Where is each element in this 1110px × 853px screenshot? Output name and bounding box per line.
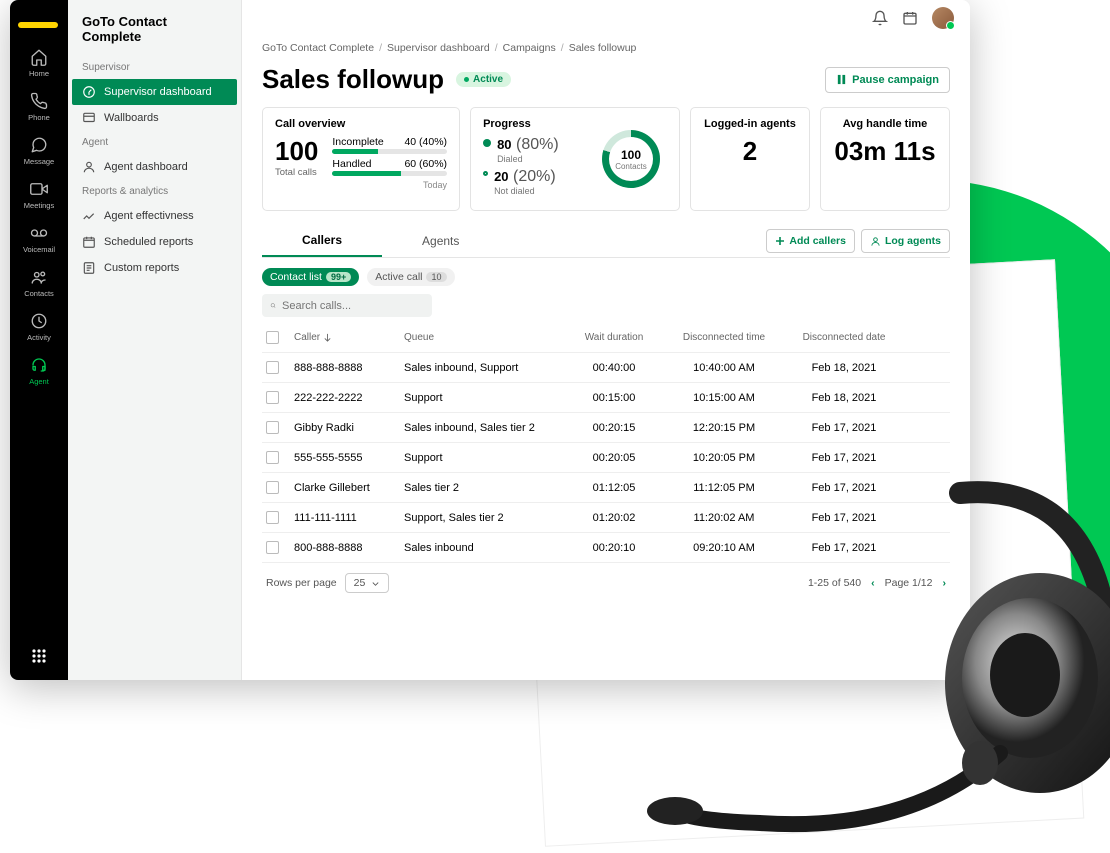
total-calls-value: 100 [275,136,318,167]
tab-callers[interactable]: Callers [262,225,382,257]
pause-campaign-button[interactable]: Pause campaign [825,67,950,93]
col-disconnected-time[interactable]: Disconnected time [664,332,784,343]
agents-card: Logged-in agents 2 [690,107,810,211]
crumb-0[interactable]: GoTo Contact Complete [262,42,374,54]
apps-grid-icon[interactable] [29,646,49,666]
search-icon [270,299,276,312]
crumb-1[interactable]: Supervisor dashboard [387,42,490,54]
custom-icon [82,261,96,275]
rail-activity[interactable]: Activity [10,304,68,348]
chip-active-call[interactable]: Active call10 [367,268,454,286]
rail-meetings[interactable]: Meetings [10,172,68,216]
nav-rail: GoTo HomePhoneMessageMeetingsVoicemailCo… [10,0,68,680]
row-checkbox[interactable] [266,421,279,434]
progress-card: Progress 80 (80%)Dialed20 (20%)Not diale… [470,107,680,211]
col-wait[interactable]: Wait duration [564,332,664,343]
goto-logo: GoTo [14,6,64,32]
agent-dash-icon [82,160,96,174]
pause-icon [836,74,847,85]
agent-icon [29,355,49,375]
rail-phone[interactable]: Phone [10,84,68,128]
sidebar-item-sup-dash[interactable]: Supervisor dashboard [72,79,237,105]
search-input[interactable] [282,300,424,312]
sort-down-icon [323,333,332,342]
svg-text:GoTo: GoTo [20,10,53,25]
avatar[interactable] [932,7,954,29]
topbar [242,0,970,36]
sidebar: GoTo Contact Complete SupervisorSupervis… [68,0,242,680]
sidebar-item-sched[interactable]: Scheduled reports [68,229,241,255]
progress-ring: 100Contacts [602,130,660,188]
log-agents-button[interactable]: Log agents [861,229,950,253]
voicemail-icon [29,223,49,243]
chip-contact-list[interactable]: Contact list99+ [262,268,359,286]
crumb-3: Sales followup [569,42,637,54]
home-icon [29,47,49,67]
add-callers-button[interactable]: Add callers [766,229,855,253]
user-icon [870,236,881,247]
table-row[interactable]: 888-888-8888Sales inbound, Support00:40:… [262,353,950,383]
message-icon [29,135,49,155]
plus-icon [775,236,785,246]
rail-home[interactable]: Home [10,40,68,84]
row-checkbox[interactable] [266,511,279,524]
meetings-icon [29,179,49,199]
breadcrumb: GoTo Contact Complete/Supervisor dashboa… [262,36,950,64]
rows-per-page-select[interactable]: 25 [345,573,390,593]
col-queue[interactable]: Queue [404,332,564,343]
crumb-2[interactable]: Campaigns [503,42,556,54]
col-disconnected-date[interactable]: Disconnected date [784,332,904,343]
headset-image [610,453,1110,853]
table-row[interactable]: 222-222-2222Support00:15:0010:15:00 AMFe… [262,383,950,413]
activity-icon [29,311,49,331]
sidebar-item-custom[interactable]: Custom reports [68,255,241,281]
sidebar-item-agent-dash[interactable]: Agent dashboard [68,154,241,180]
calendar-icon[interactable] [902,10,918,26]
col-caller[interactable]: Caller [294,332,404,343]
bell-icon[interactable] [872,10,888,26]
status-badge: Active [456,72,511,87]
row-checkbox[interactable] [266,541,279,554]
phone-icon [29,91,49,111]
rail-agent[interactable]: Agent [10,348,68,392]
agent-eff-icon [82,209,96,223]
contacts-icon [29,267,49,287]
search-input-wrap[interactable] [262,294,432,317]
sched-icon [82,235,96,249]
wallboards-icon [82,111,96,125]
row-checkbox[interactable] [266,391,279,404]
rail-message[interactable]: Message [10,128,68,172]
call-overview-card: Call overview 100 Total calls Incomplete… [262,107,460,211]
sidebar-title: GoTo Contact Complete [68,14,241,56]
tab-agents[interactable]: Agents [382,226,499,256]
table-row[interactable]: Gibby RadkiSales inbound, Sales tier 200… [262,413,950,443]
row-checkbox[interactable] [266,481,279,494]
chevron-down-icon [371,579,380,588]
rail-contacts[interactable]: Contacts [10,260,68,304]
handle-time-card: Avg handle time 03m 11s [820,107,950,211]
rail-voicemail[interactable]: Voicemail [10,216,68,260]
sidebar-item-wallboards[interactable]: Wallboards [68,105,241,131]
page-title: Sales followup [262,64,444,95]
select-all-checkbox[interactable] [266,331,279,344]
sidebar-item-agent-eff[interactable]: Agent effectivness [68,203,241,229]
sup-dash-icon [82,85,96,99]
row-checkbox[interactable] [266,361,279,374]
row-checkbox[interactable] [266,451,279,464]
